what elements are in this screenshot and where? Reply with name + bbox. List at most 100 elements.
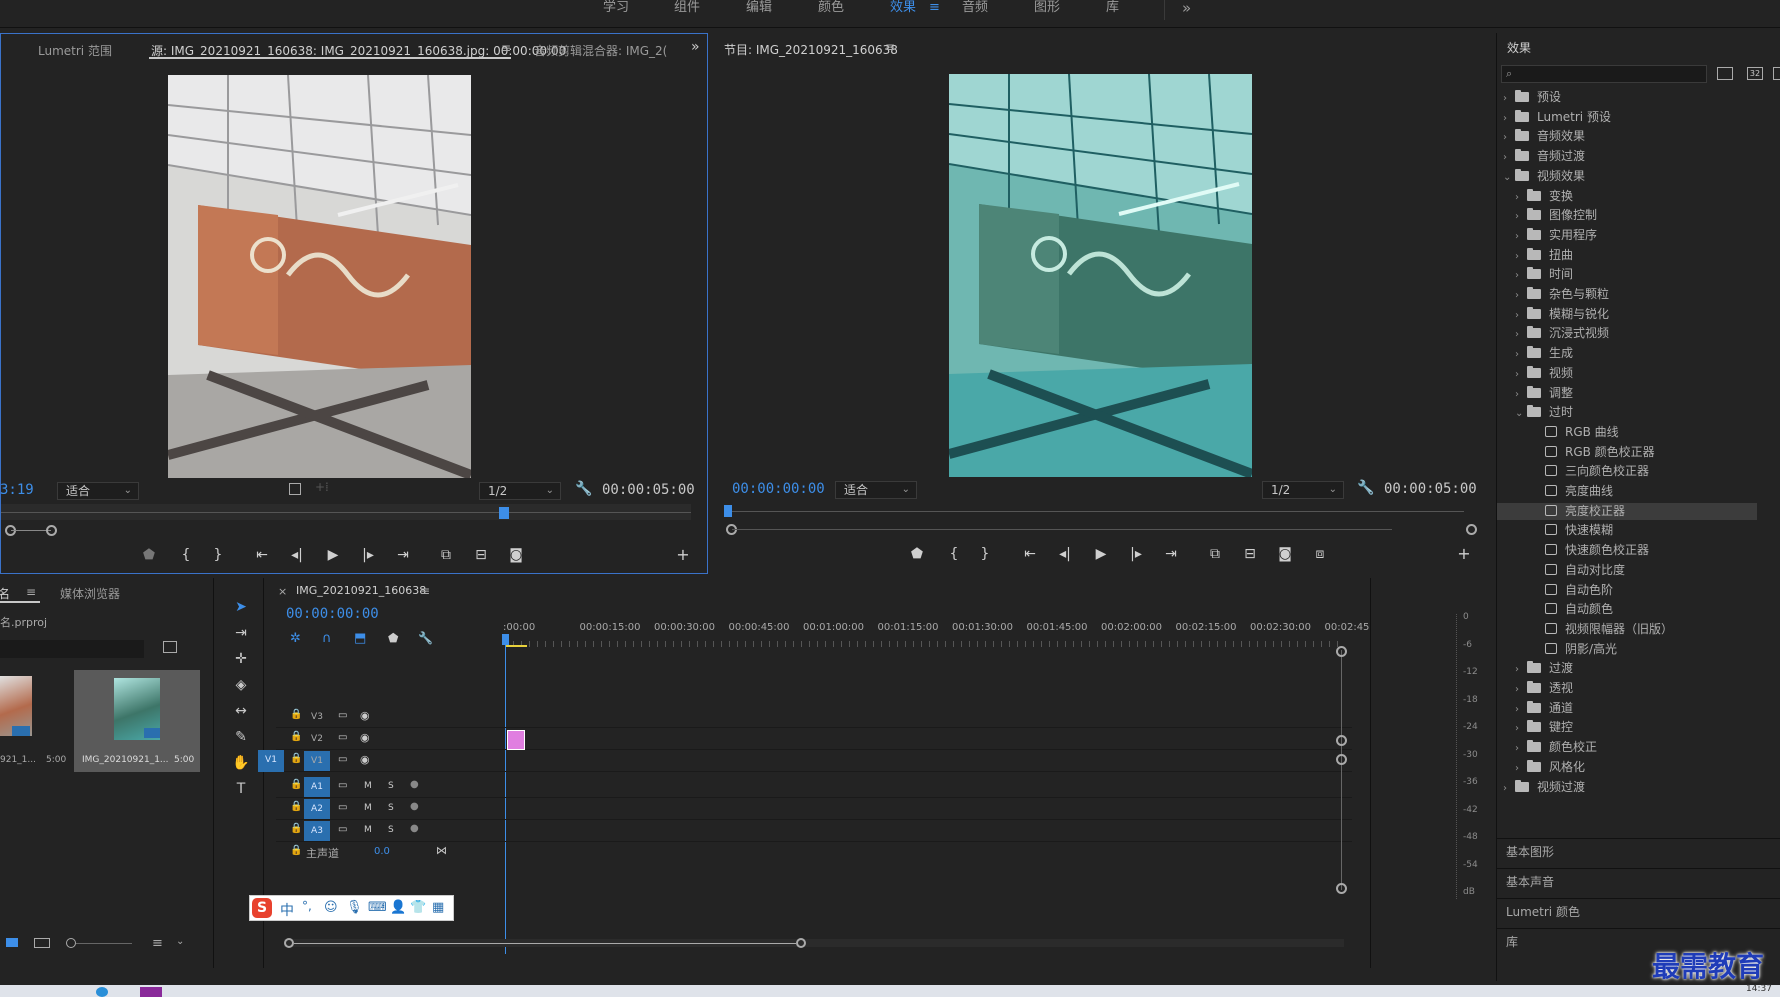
panel-overflow-icon[interactable]: » <box>691 39 700 55</box>
add-marker-icon[interactable]: ⬟ <box>139 547 159 563</box>
effects-folder[interactable]: › 生成 <box>1497 345 1747 362</box>
ws-effects-menu-icon[interactable]: ≡ <box>929 0 940 24</box>
effects-folder[interactable]: › 模糊与锐化 <box>1497 306 1747 323</box>
add-button-icon[interactable]: + <box>1454 546 1474 562</box>
sync-lock-icon[interactable]: ▭ <box>338 754 347 765</box>
scroll-handle-mid[interactable] <box>1336 735 1347 746</box>
effect-item[interactable]: 三向颜色校正器 <box>1497 463 1747 480</box>
effects-folder[interactable]: › 时间 <box>1497 266 1747 283</box>
program-current-time[interactable]: 00:00:00:00 <box>732 481 825 497</box>
zoom-slider[interactable] <box>76 943 132 944</box>
sync-lock-icon[interactable]: ▭ <box>338 732 347 743</box>
chevron-down-icon[interactable]: ⌄ <box>1515 405 1527 422</box>
yuv-effects-icon[interactable] <box>1773 67 1780 80</box>
zoom-slider-handle[interactable] <box>66 938 76 948</box>
ws-more-icon[interactable]: » <box>1182 0 1191 24</box>
effects-folder[interactable]: ⌄ 视频效果 <box>1497 168 1747 185</box>
effects-title[interactable]: 效果 <box>1507 39 1531 56</box>
effects-folder[interactable]: › 透视 <box>1497 680 1747 697</box>
project-menu-icon[interactable]: ≡ <box>26 585 36 599</box>
source-menu-icon[interactable]: ≡ <box>501 41 511 55</box>
source-current-time[interactable]: 3:19 <box>0 482 34 498</box>
work-area-bar[interactable] <box>505 645 527 647</box>
track-target[interactable]: A1 <box>304 777 330 797</box>
program-title[interactable]: 节目: IMG_20210921_160638 <box>724 41 898 58</box>
chevron-right-icon[interactable]: › <box>1515 740 1527 757</box>
track-target[interactable]: V1 <box>304 751 330 771</box>
effect-item[interactable]: 自动颜色 <box>1497 601 1747 618</box>
effects-folder[interactable]: › 实用程序 <box>1497 227 1747 244</box>
program-fit-dropdown[interactable]: 适合 ⌄ <box>835 481 917 499</box>
sort-icon[interactable]: ≡ <box>152 936 163 951</box>
project-item[interactable]: 921_1... 5:00 <box>0 676 70 768</box>
mark-in-icon[interactable]: { <box>176 547 196 563</box>
track-target[interactable]: V3 <box>304 707 330 727</box>
sync-lock-icon[interactable]: ▭ <box>338 824 347 835</box>
chevron-right-icon[interactable]: › <box>1503 129 1515 146</box>
chevron-right-icon[interactable]: › <box>1515 720 1527 737</box>
scroll-handle-top[interactable] <box>1336 646 1347 657</box>
effects-folder[interactable]: › 沉浸式视频 <box>1497 325 1747 342</box>
solo-button[interactable]: S <box>388 825 394 835</box>
effects-folder[interactable]: ⌄ 过时 <box>1497 404 1747 421</box>
video-track-row[interactable]: V1 🔒 V1 ▭ ◉ <box>258 750 1352 772</box>
chevron-right-icon[interactable]: › <box>1515 661 1527 678</box>
effects-folder[interactable]: › 杂色与颗粒 <box>1497 286 1747 303</box>
lock-icon[interactable]: 🔒 <box>290 823 302 834</box>
chevron-right-icon[interactable]: › <box>1515 287 1527 304</box>
play-icon[interactable]: ▶ <box>1091 546 1111 562</box>
mic-icon[interactable]: 🎙 <box>346 900 363 915</box>
track-target[interactable]: V2 <box>304 729 330 749</box>
effect-item[interactable]: 快速颜色校正器 <box>1497 542 1747 559</box>
punctuation-icon[interactable]: °, <box>302 899 312 913</box>
mic-icon[interactable]: ● <box>410 823 419 834</box>
zoom-handle-right[interactable] <box>1466 524 1477 535</box>
effects-folder[interactable]: › 预设 <box>1497 89 1747 106</box>
chevron-right-icon[interactable]: › <box>1503 110 1515 127</box>
sync-lock-icon[interactable]: ▭ <box>338 710 347 721</box>
program-menu-icon[interactable]: ≡ <box>885 40 895 54</box>
chevron-right-icon[interactable]: › <box>1515 701 1527 718</box>
comparison-view-icon[interactable]: ⧈ <box>1310 546 1330 562</box>
chinese-mode-icon[interactable]: 中 <box>280 900 294 920</box>
effects-folder[interactable]: › 键控 <box>1497 719 1747 736</box>
mark-out-icon[interactable]: } <box>975 546 995 562</box>
source-patch-v1[interactable]: V1 <box>258 750 284 772</box>
effects-folder[interactable]: › 通道 <box>1497 700 1747 717</box>
lock-icon[interactable]: 🔒 <box>290 731 302 742</box>
icon-view-icon[interactable] <box>34 938 50 948</box>
section-essential-sound[interactable]: 基本声音 <box>1496 868 1780 894</box>
wrench-icon[interactable]: 🔧 <box>1357 480 1374 496</box>
32bit-effects-icon[interactable]: 32 <box>1747 67 1763 80</box>
effects-folder[interactable]: › 风格化 <box>1497 759 1747 776</box>
master-volume[interactable]: 0.0 <box>374 846 390 857</box>
time-ruler[interactable]: :00:00 00:00:15:00 00:00:30:00 00:00:45:00 0… <box>268 578 1373 638</box>
eye-icon[interactable]: ◉ <box>360 731 370 744</box>
ws-learn[interactable]: 学习 <box>603 0 629 24</box>
tab-lumetri-scopes[interactable]: Lumetri 范围 <box>38 42 112 59</box>
effects-folder[interactable]: › 音频过渡 <box>1497 148 1747 165</box>
go-to-in-icon[interactable]: ⇤ <box>1020 546 1040 562</box>
project-search-input[interactable] <box>0 640 144 658</box>
hscroll-handle-right[interactable] <box>796 938 806 948</box>
overwrite-clip-icon[interactable]: ⊟ <box>471 547 491 563</box>
lock-icon[interactable]: 🔒 <box>290 845 302 856</box>
program-playhead[interactable] <box>724 505 732 517</box>
mic-icon[interactable]: ● <box>410 801 419 812</box>
chevron-right-icon[interactable]: › <box>1515 189 1527 206</box>
effect-item[interactable]: 自动色阶 <box>1497 582 1747 599</box>
effect-item[interactable]: 自动对比度 <box>1497 562 1747 579</box>
zoom-bar[interactable] <box>732 529 1392 530</box>
user-icon[interactable]: 👤 <box>390 900 406 915</box>
source-scrub-bar[interactable] <box>1 504 691 520</box>
accelerated-effects-icon[interactable] <box>1717 67 1733 80</box>
lock-icon[interactable]: 🔒 <box>290 801 302 812</box>
source-playhead[interactable] <box>499 507 509 519</box>
chevron-right-icon[interactable]: › <box>1515 386 1527 403</box>
audio-scroll-handle[interactable] <box>1336 754 1347 765</box>
effects-folder[interactable]: › 视频 <box>1497 365 1747 382</box>
safe-margins-icon[interactable] <box>289 483 301 495</box>
ws-color[interactable]: 颜色 <box>818 0 844 24</box>
ws-edit[interactable]: 编辑 <box>746 0 772 24</box>
hscroll-thumb[interactable] <box>294 943 796 944</box>
